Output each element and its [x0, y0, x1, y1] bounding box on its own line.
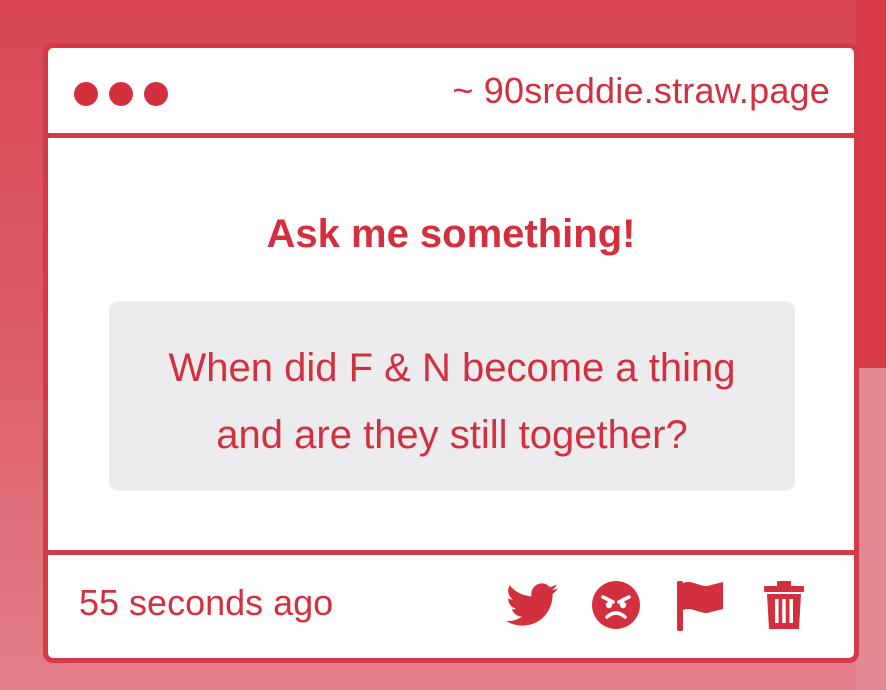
card-footer: 55 seconds ago	[48, 550, 854, 658]
page-url[interactable]: ~ 90sreddie.straw.page	[452, 70, 830, 112]
question-box: When did F & N become a thing and are th…	[109, 301, 795, 491]
flag-button[interactable]	[674, 577, 726, 633]
window-dot-3	[144, 82, 168, 106]
delete-button[interactable]	[758, 577, 810, 633]
card-content: Ask me something! When did F & N become …	[48, 138, 854, 554]
action-bar	[506, 577, 810, 633]
trash-icon	[764, 581, 804, 629]
background-stripe	[856, 0, 886, 368]
window-dots	[74, 82, 168, 106]
share-twitter-button[interactable]	[506, 577, 558, 633]
question-line-2: and are they still together?	[216, 413, 688, 457]
report-angry-button[interactable]	[590, 577, 642, 633]
angry-face-icon	[592, 581, 640, 629]
question-card: ~ 90sreddie.straw.page Ask me something!…	[43, 43, 859, 663]
timestamp: 55 seconds ago	[79, 582, 334, 623]
twitter-icon	[506, 583, 558, 626]
prompt-title: Ask me something!	[266, 212, 636, 256]
question-line-1: When did F & N become a thing	[168, 346, 736, 390]
flag-icon	[677, 581, 723, 631]
background-stripe-lower	[856, 368, 886, 690]
window-dot-1	[74, 82, 98, 106]
window-dot-2	[109, 82, 133, 106]
window-titlebar: ~ 90sreddie.straw.page	[48, 48, 854, 138]
